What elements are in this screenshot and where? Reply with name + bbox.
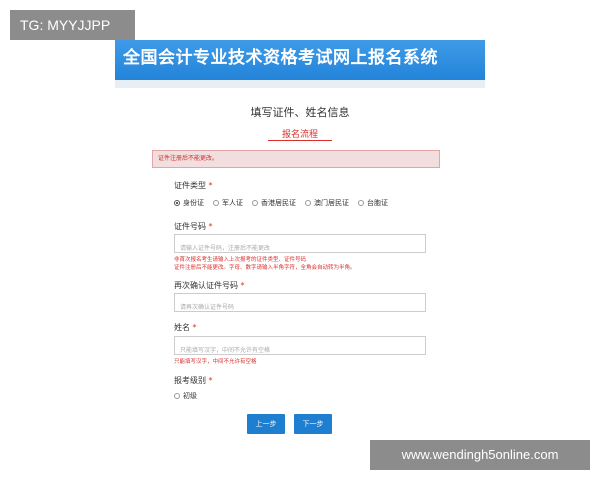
radio-icon[interactable] (174, 393, 180, 399)
radio-option-taiwan-compatriot[interactable]: 台胞证 (358, 198, 388, 208)
name-input[interactable] (175, 342, 425, 359)
alert-banner: 证件注册后不能更改。 (152, 150, 440, 168)
radio-icon[interactable] (305, 200, 311, 206)
radio-icon[interactable] (358, 200, 364, 206)
required-mark: * (208, 181, 213, 190)
radio-icon[interactable] (213, 200, 219, 206)
page-title: 填写证件、姓名信息 (250, 106, 350, 119)
id-confirm-label: 再次确认证件号码 * (174, 280, 245, 291)
level-label-text: 报考级别 (174, 376, 206, 385)
radio-label: 初级 (183, 392, 197, 400)
radio-option-macau-resident[interactable]: 澳门居民证 (305, 198, 349, 208)
radio-option-military-card[interactable]: 军人证 (213, 198, 243, 208)
radio-option-junior[interactable]: 初级 (174, 391, 197, 401)
watermark-top-left: TG: MYYJJPP (10, 10, 135, 40)
required-mark: * (208, 222, 213, 231)
radio-label: 澳门居民证 (314, 199, 349, 207)
id-number-error-line1: 非首次报名考生请输入上次报考的证件类型、证件号码 (174, 257, 307, 263)
banner-title: 全国会计专业技术资格考试网上报名系统 (123, 48, 438, 68)
process-link[interactable]: 报名流程 (0, 127, 600, 140)
id-number-label: 证件号码 * (174, 221, 213, 232)
name-error: 只能填写汉字，中间不允许有空格 (174, 359, 257, 365)
radio-icon[interactable] (252, 200, 258, 206)
alert-message: 证件注册后不能更改。 (158, 155, 219, 162)
id-number-input[interactable] (175, 240, 425, 257)
next-button[interactable]: 下一步 (294, 414, 332, 434)
id-number-label-text: 证件号码 (174, 222, 206, 231)
level-radio-group: 初级 (174, 391, 197, 401)
name-label-text: 姓名 (174, 323, 190, 332)
id-number-field[interactable] (174, 234, 426, 257)
name-label: 姓名 * (174, 322, 197, 333)
radio-label: 香港居民证 (261, 199, 296, 207)
level-label: 报考级别 * (174, 375, 213, 386)
prev-button[interactable]: 上一步 (247, 414, 285, 434)
name-field[interactable] (174, 336, 426, 359)
id-number-error: 非首次报名考生请输入上次报考的证件类型、证件号码 证件注册后不能更改。字母、数字… (174, 256, 356, 272)
id-type-label-text: 证件类型 (174, 181, 206, 190)
radio-label: 军人证 (222, 199, 243, 207)
id-number-error-line2: 证件注册后不能更改。字母、数字请输入半角字符，全角会自动转为半角。 (174, 265, 356, 271)
banner-stripe (115, 80, 485, 88)
required-mark: * (240, 281, 245, 290)
radio-option-hk-resident[interactable]: 香港居民证 (252, 198, 296, 208)
id-confirm-label-text: 再次确认证件号码 (174, 281, 238, 290)
radio-selected-icon[interactable] (174, 200, 180, 206)
id-confirm-field[interactable] (174, 293, 426, 316)
id-type-label: 证件类型 * (174, 180, 213, 191)
radio-label: 台胞证 (367, 199, 388, 207)
radio-label: 身份证 (183, 199, 204, 207)
watermark-bottom-right: www.wendingh5online.com (370, 440, 590, 470)
required-mark: * (192, 323, 197, 332)
process-link-underline (268, 140, 332, 141)
radio-option-id-card[interactable]: 身份证 (174, 198, 204, 208)
id-type-radio-group: 身份证 军人证 香港居民证 澳门居民证 台胞证 (174, 198, 388, 208)
id-confirm-input[interactable] (175, 299, 425, 316)
required-mark: * (208, 376, 213, 385)
